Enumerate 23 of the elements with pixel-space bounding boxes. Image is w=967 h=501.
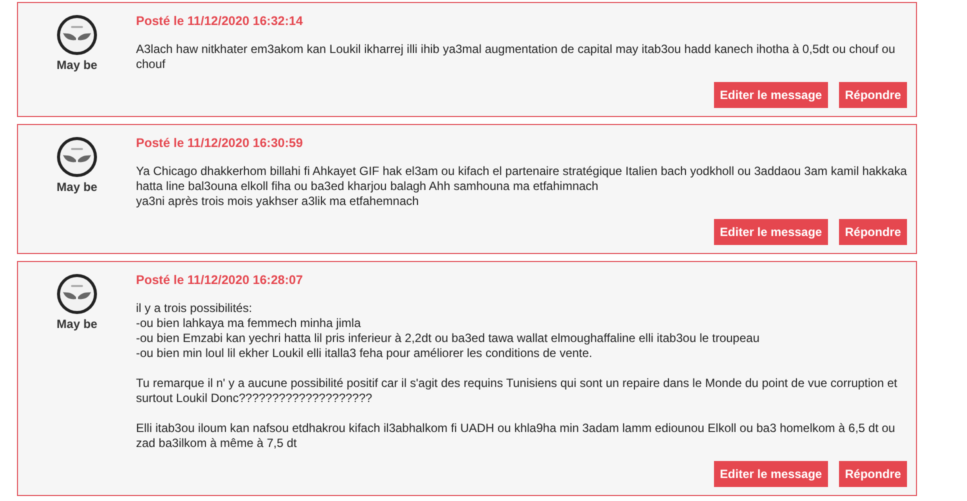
post-date: Posté le 11/12/2020 16:30:59 (136, 136, 304, 150)
message-text: il y a trois possibilités: (136, 301, 254, 316)
edit-button[interactable]: Editer le message (714, 82, 828, 108)
message-text: Tu remarque il n' y a aucune possibilité positif car il s'agit des requins Tunisiens qui sont un repaire dans le Monde du point de vue corruption et surtout Loukil Donc???????????????????? (136, 376, 898, 406)
reply-button[interactable]: Répondre (838, 461, 907, 487)
author-name: May be (56, 317, 98, 331)
post-date: Posté le 11/12/2020 16:28:07 (136, 273, 304, 287)
avatar-icon (56, 273, 98, 315)
reply-button[interactable]: Répondre (838, 82, 907, 108)
message-text: Elli itab3ou iloum kan nafsou etdhakrou kifach il3abhalkom fi UADH ou khla9ha min 3adam lamm ediounou Elkoll ou ba3 homelkom à 6,5 dt ou zad ba3ilkom à même à 7,5 dt (136, 421, 896, 451)
message-text: -ou bien min loul lil ekher Loukil elli italla3 feha pour améliorer les conditions de vente. (136, 346, 594, 361)
author-name: May be (56, 180, 98, 194)
avatar-icon (56, 14, 98, 56)
reply-button[interactable]: Répondre (838, 219, 907, 245)
edit-button[interactable]: Editer le message (714, 219, 828, 245)
post-date: Posté le 11/12/2020 16:32:14 (136, 14, 304, 28)
author-name: May be (56, 58, 98, 72)
avatar-icon (56, 136, 98, 178)
edit-button[interactable]: Editer le message (714, 461, 828, 487)
message-text: -ou bien Emzabi kan yechri hatta lil pris inferieur à 2,2dt ou ba3ed tawa wallat elmoughaffaline elli itab3ou le troupeau (136, 331, 760, 346)
message-text: -ou bien lahkaya ma femmech minha jimla (136, 316, 362, 331)
message-text: A3lach haw nitkhater em3akom kan Loukil ikharrej illi ihib ya3mal augmentation de capital may itab3ou hadd kanech ihotha à 0,5dt ou chouf ou chouf (136, 42, 896, 72)
message-text: ya3ni après trois mois yakhser a3lik ma etfahemnach (136, 194, 420, 209)
